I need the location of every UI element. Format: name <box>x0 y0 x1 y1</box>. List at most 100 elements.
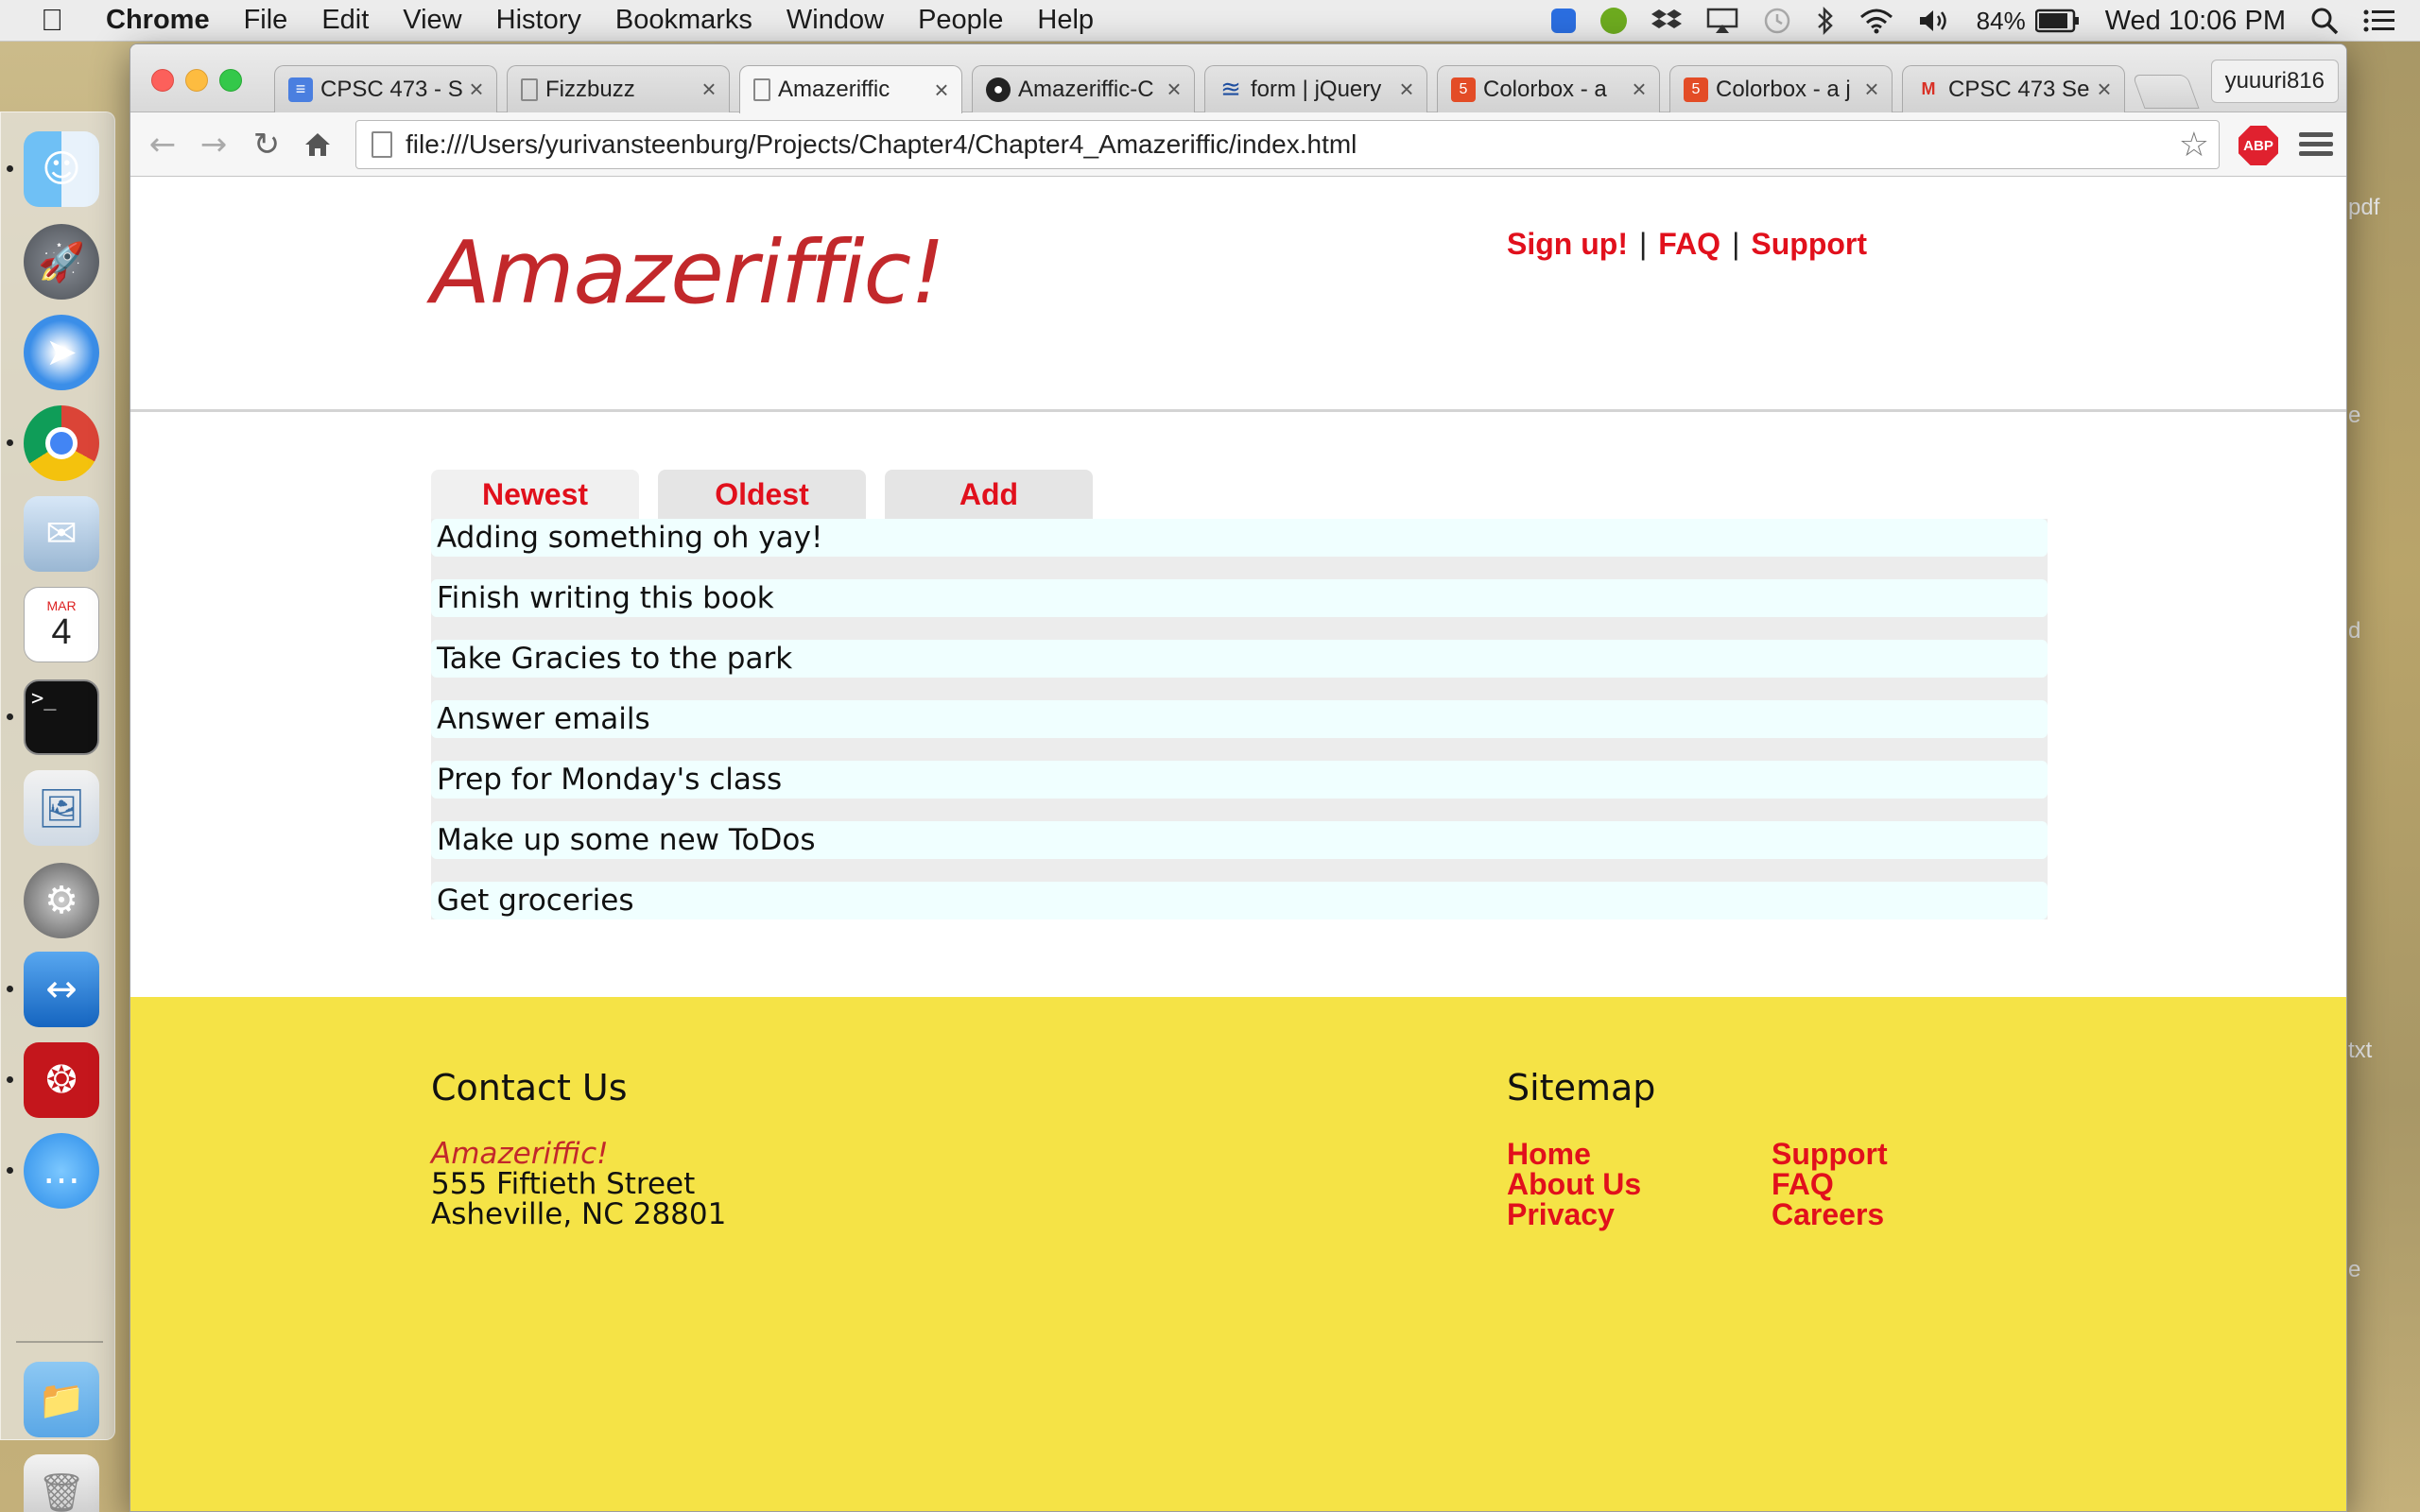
forward-icon[interactable]: → <box>193 124 234 165</box>
finder-icon[interactable]: ☺ <box>24 131 99 207</box>
desktop-file-label[interactable]: e <box>2348 1257 2360 1283</box>
close-tab-icon[interactable]: × <box>927 76 956 105</box>
site-footer: Contact Us Amazeriffic! 555 Fiftieth Str… <box>130 997 2346 1511</box>
clock[interactable]: Wed 10:06 PM <box>2105 6 2286 37</box>
minimize-window-button[interactable] <box>185 69 208 92</box>
url-text[interactable]: file:///Users/yurivansteenburg/Projects/… <box>406 129 2179 160</box>
close-tab-icon[interactable]: × <box>695 75 723 104</box>
apple-menu-icon[interactable]:  <box>26 3 78 38</box>
jquery-icon: ≊ <box>1220 75 1241 103</box>
close-tab-icon[interactable]: × <box>1858 75 1886 104</box>
close-tab-icon[interactable]: × <box>462 75 491 104</box>
browser-tab[interactable]: 5 Colorbox - a × <box>1437 65 1660 112</box>
evernote-icon[interactable] <box>1599 8 1627 34</box>
sitemap-link-about[interactable]: About Us <box>1507 1169 1772 1199</box>
safari-icon[interactable]: ➤ <box>24 315 99 390</box>
desktop-file-label[interactable]: e <box>2348 403 2360 429</box>
sitemap-link-support[interactable]: Support <box>1772 1139 2036 1169</box>
browser-tab[interactable]: M CPSC 473 Se × <box>1902 65 2125 112</box>
page-icon <box>521 77 538 101</box>
system-preferences-icon[interactable]: ⚙ <box>24 863 99 938</box>
battery-icon[interactable] <box>2034 9 2081 33</box>
running-indicator <box>7 986 13 992</box>
downloads-folder-icon[interactable]: 📁 <box>24 1362 99 1437</box>
menu-history[interactable]: History <box>496 5 581 36</box>
desktop-file-label[interactable]: d <box>2348 618 2360 644</box>
browser-tab-active[interactable]: Amazeriffic × <box>739 65 962 113</box>
todo-list: Adding something oh yay! Finish writing … <box>431 519 2048 919</box>
close-tab-icon[interactable]: × <box>1392 75 1421 104</box>
browser-tab[interactable]: ≊ form | jQuery × <box>1204 65 1427 112</box>
acrobat-icon[interactable]: ❂ <box>24 1042 99 1118</box>
profile-button[interactable]: yuuuri816 <box>2210 60 2339 103</box>
close-tab-icon[interactable]: × <box>1625 75 1653 104</box>
tab-newest[interactable]: Newest <box>431 470 639 519</box>
menu-edit[interactable]: Edit <box>321 5 369 36</box>
notification-center-icon[interactable] <box>2363 8 2395 34</box>
bookmark-star-icon[interactable]: ☆ <box>2179 126 2209 164</box>
sitemap-link-home[interactable]: Home <box>1507 1139 1772 1169</box>
close-tab-icon[interactable]: × <box>2090 75 2118 104</box>
html5-icon: 5 <box>1684 77 1708 102</box>
tab-add[interactable]: Add <box>885 470 1093 519</box>
desktop-file-label[interactable]: pdf <box>2348 195 2379 221</box>
menu-view[interactable]: View <box>403 5 461 36</box>
menu-app-chrome[interactable]: Chrome <box>106 5 210 36</box>
teamviewer-icon[interactable]: ↔ <box>24 952 99 1027</box>
sitemap-link-privacy[interactable]: Privacy <box>1507 1199 1772 1229</box>
running-indicator <box>7 439 13 446</box>
browser-tab[interactable]: ≡ CPSC 473 - S × <box>274 65 497 112</box>
address-bar[interactable]: file:///Users/yurivansteenburg/Projects/… <box>355 120 2220 169</box>
volume-icon[interactable] <box>1918 8 1952 34</box>
time-machine-icon[interactable] <box>1763 7 1791 35</box>
signup-link[interactable]: Sign up! <box>1507 227 1628 261</box>
tab-strip: ≡ CPSC 473 - S × Fizzbuzz × Amazeriffic … <box>130 44 2346 113</box>
contact-heading: Contact Us <box>431 1067 628 1108</box>
sitemap-link-faq[interactable]: FAQ <box>1772 1169 2036 1199</box>
launchpad-icon[interactable]: 🚀 <box>24 224 99 300</box>
messages-icon[interactable]: … <box>24 1133 99 1209</box>
close-tab-icon[interactable]: × <box>1160 75 1188 104</box>
chrome-menu-icon[interactable] <box>2299 128 2333 162</box>
back-icon[interactable]: ← <box>142 124 183 165</box>
terminal-icon[interactable]: >_ <box>24 679 99 755</box>
dropbox-icon[interactable] <box>1651 8 1682 34</box>
desktop-file-label[interactable]: txt <box>2348 1038 2372 1064</box>
tab-title: Fizzbuzz <box>545 76 635 102</box>
menu-help[interactable]: Help <box>1037 5 1094 36</box>
calendar-day: 4 <box>51 612 72 652</box>
home-icon[interactable] <box>297 124 338 165</box>
airplay-icon[interactable] <box>1706 8 1738 34</box>
reload-icon[interactable]: ↻ <box>246 124 287 165</box>
support-link[interactable]: Support <box>1751 227 1867 261</box>
sitemap-link-careers[interactable]: Careers <box>1772 1199 2036 1229</box>
wifi-icon[interactable] <box>1859 8 1893 34</box>
faq-link[interactable]: FAQ <box>1658 227 1720 261</box>
new-tab-button[interactable] <box>2132 75 2200 109</box>
menu-window[interactable]: Window <box>786 5 884 36</box>
site-header: Amazeriffic! Sign up! | FAQ | Support <box>130 177 2346 413</box>
trash-icon[interactable]: 🗑 <box>24 1454 99 1512</box>
teamviewer-icon[interactable] <box>1550 9 1576 33</box>
close-window-button[interactable] <box>151 69 174 92</box>
menu-bookmarks[interactable]: Bookmarks <box>615 5 752 36</box>
chrome-icon[interactable] <box>24 405 99 481</box>
todo-item: Adding something oh yay! <box>431 519 2048 557</box>
menu-file[interactable]: File <box>244 5 288 36</box>
browser-tab[interactable]: Fizzbuzz × <box>507 65 730 112</box>
tab-oldest[interactable]: Oldest <box>658 470 866 519</box>
gmail-icon: M <box>1921 79 1936 98</box>
page-icon <box>753 78 770 101</box>
zoom-window-button[interactable] <box>219 69 242 92</box>
preview-icon[interactable]: 🖼 <box>24 770 99 846</box>
adblock-plus-icon[interactable]: ABP <box>2238 126 2278 165</box>
browser-tab[interactable]: 5 Colorbox - a j × <box>1669 65 1893 112</box>
calendar-icon[interactable]: MAR 4 <box>24 587 99 662</box>
spotlight-icon[interactable] <box>2310 7 2339 35</box>
calendar-month: MAR <box>46 598 77 613</box>
menu-people[interactable]: People <box>918 5 1003 36</box>
browser-tab[interactable]: ● Amazeriffic-C × <box>972 65 1195 112</box>
sitemap-section: Sitemap Home About Us Privacy Support FA… <box>1507 1067 2036 1229</box>
bluetooth-icon[interactable] <box>1816 7 1835 35</box>
mail-icon[interactable]: ✉ <box>24 496 99 572</box>
